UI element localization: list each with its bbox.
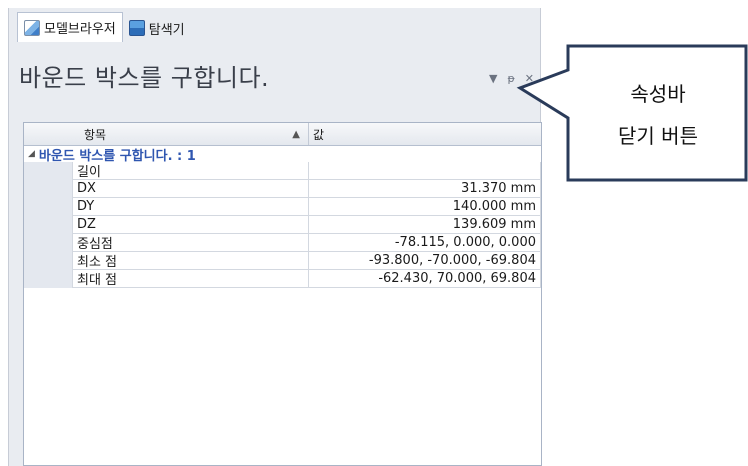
row-gutter bbox=[24, 162, 72, 180]
property-name: 최소 점 bbox=[72, 252, 309, 270]
row-gutter bbox=[24, 270, 72, 288]
table-row[interactable]: 길이 bbox=[24, 162, 541, 180]
header-name-label: 항목 bbox=[84, 127, 107, 142]
property-value: -93.800, -70.000, -69.804 bbox=[309, 252, 541, 270]
row-gutter bbox=[24, 180, 72, 198]
header-name-column[interactable]: 항목 ▲ bbox=[24, 123, 309, 145]
property-name: 최대 점 bbox=[72, 270, 309, 288]
row-gutter bbox=[24, 252, 72, 270]
panel-title: 바운드 박스를 구합니다. bbox=[19, 64, 270, 92]
explorer-icon bbox=[128, 20, 145, 36]
property-value: 140.000 mm bbox=[309, 198, 541, 216]
property-name: DX bbox=[72, 180, 309, 198]
header-value-column[interactable]: 값 bbox=[309, 123, 541, 145]
callout-shape bbox=[516, 44, 748, 182]
property-name: 길이 bbox=[72, 162, 309, 180]
callout-text-line2: 닫기 버튼 bbox=[618, 124, 698, 148]
model-browser-icon bbox=[24, 19, 40, 36]
row-gutter bbox=[24, 198, 72, 216]
category-row[interactable]: ◢ 바운드 박스를 구합니다. : 1 bbox=[24, 146, 541, 164]
dropdown-icon[interactable]: ▼ bbox=[489, 72, 497, 85]
property-name: DZ bbox=[72, 216, 309, 234]
property-value: 31.370 mm bbox=[309, 180, 541, 198]
table-row[interactable]: DX 31.370 mm bbox=[24, 180, 541, 198]
property-value: -78.115, 0.000, 0.000 bbox=[309, 234, 541, 252]
category-label: 바운드 박스를 구합니다. : 1 bbox=[38, 148, 196, 164]
callout-text-line1: 속성바 bbox=[630, 82, 686, 106]
sort-ascending-icon: ▲ bbox=[292, 128, 300, 140]
annotation-callout: 속성바 닫기 버튼 bbox=[516, 44, 748, 182]
pin-icon[interactable]: ᵽ bbox=[507, 72, 514, 85]
collapse-icon[interactable]: ◢ bbox=[28, 149, 35, 159]
tab-model-browser[interactable]: 모델브라우저 bbox=[17, 12, 123, 42]
table-row[interactable]: 최대 점 -62.430, 70.000, 69.804 bbox=[24, 270, 541, 288]
row-gutter bbox=[24, 216, 72, 234]
tab-label: 모델브라우저 bbox=[44, 22, 116, 37]
table-row[interactable]: 최소 점 -93.800, -70.000, -69.804 bbox=[24, 252, 541, 270]
table-row[interactable]: DY 140.000 mm bbox=[24, 198, 541, 216]
property-value: -62.430, 70.000, 69.804 bbox=[309, 270, 541, 288]
table-row[interactable]: 중심점 -78.115, 0.000, 0.000 bbox=[24, 234, 541, 252]
tab-label: 탐색기 bbox=[148, 22, 185, 38]
property-name: 중심점 bbox=[72, 234, 309, 252]
grid-header: 항목 ▲ 값 bbox=[24, 123, 541, 146]
header-value-label: 값 bbox=[313, 127, 325, 142]
panel-tabs: 모델브라우저 탐색기 bbox=[17, 8, 191, 42]
property-name: DY bbox=[72, 198, 309, 216]
property-value: 139.609 mm bbox=[309, 216, 541, 234]
tab-explorer[interactable]: 탐색기 bbox=[123, 14, 191, 42]
property-grid: 항목 ▲ 값 ◢ 바운드 박스를 구합니다. : 1 길이 DX 31.370 … bbox=[23, 122, 542, 466]
property-panel: 모델브라우저 탐색기 바운드 박스를 구합니다. ▼ ᵽ ✕ 항목 ▲ 값 ◢ … bbox=[8, 8, 542, 466]
property-value bbox=[309, 162, 541, 180]
row-gutter bbox=[24, 234, 72, 252]
table-row[interactable]: DZ 139.609 mm bbox=[24, 216, 541, 234]
property-rows: 길이 DX 31.370 mm DY 140.000 mm DZ 139.609… bbox=[24, 162, 541, 288]
